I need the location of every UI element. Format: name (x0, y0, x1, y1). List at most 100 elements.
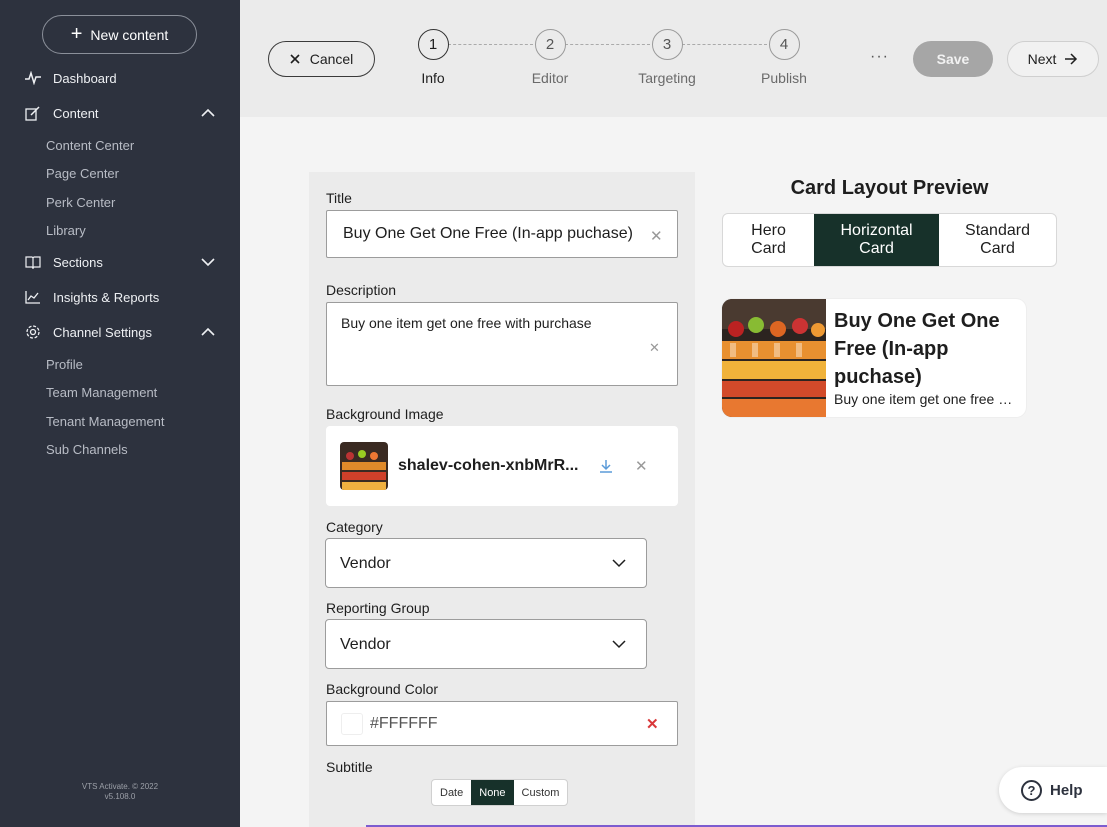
sidebar-subitem-profile[interactable]: Profile (46, 357, 83, 372)
tab-line: Card (751, 240, 786, 257)
sidebar-subitem-tenant-management[interactable]: Tenant Management (46, 414, 165, 429)
save-button[interactable]: Save (913, 41, 993, 77)
step-label: Targeting (638, 70, 696, 86)
step-label: Editor (531, 70, 569, 86)
sidebar-subitem-perk-center[interactable]: Perk Center (46, 195, 115, 210)
book-icon (24, 254, 41, 271)
step-info[interactable]: 1 Info (393, 29, 473, 86)
preview-title: Card Layout Preview (790, 177, 989, 199)
chevron-down-icon (612, 559, 626, 568)
next-button[interactable]: Next (1007, 41, 1099, 77)
help-icon: ? (1021, 779, 1042, 801)
sidebar-subitem-team-management[interactable]: Team Management (46, 385, 157, 400)
sidebar-item-label: Content (53, 105, 99, 121)
category-value: Vendor (340, 555, 391, 572)
sidebar-item-insights[interactable]: Insights & Reports (24, 285, 216, 309)
subtitle-option-date[interactable]: Date (432, 780, 471, 805)
plus-icon: + (70, 22, 83, 45)
description-label: Description (326, 282, 397, 298)
horizontal-card-preview: Buy One Get One Free (In-app puchase) Bu… (722, 299, 1026, 417)
pulse-icon (24, 70, 41, 87)
new-content-label: New content (90, 26, 169, 43)
card-description: Buy one item get one free with purchase (834, 391, 1020, 407)
tab-line: Horizontal (840, 222, 913, 239)
card-title: Buy One Get One Free (In-app puchase) (834, 310, 1000, 388)
card-layout-tabs: Hero Card Horizontal Card Standard Card (722, 213, 1057, 267)
sidebar-item-label: Dashboard (53, 70, 117, 86)
step-publish[interactable]: 4 Publish (744, 29, 824, 86)
color-swatch[interactable] (341, 713, 363, 735)
arrow-right-icon (1065, 53, 1078, 65)
reporting-group-select[interactable]: Vendor (325, 619, 647, 669)
step-number: 2 (534, 29, 566, 60)
title-value: Buy One Get One Free (In-app puchase) (343, 225, 633, 242)
background-color-label: Background Color (326, 681, 439, 697)
sidebar-item-content[interactable]: Content (24, 101, 216, 125)
description-field[interactable]: Buy one item get one free with purchase … (326, 302, 678, 386)
next-label: Next (1027, 51, 1057, 67)
subtitle-toggle: Date None Custom (431, 779, 569, 806)
chevron-up-icon[interactable] (200, 324, 216, 340)
gear-icon (24, 324, 41, 341)
clear-color-icon[interactable]: ✕ (646, 715, 659, 733)
sidebar-item-label: Insights & Reports (53, 289, 160, 305)
help-button[interactable]: ? Help (999, 767, 1107, 813)
background-color-field[interactable]: #FFFFFF ✕ (326, 701, 678, 746)
download-icon[interactable] (599, 459, 613, 473)
content-info-form: Title Buy One Get One Free (In-app pucha… (309, 172, 695, 827)
clear-description-icon[interactable]: ✕ (649, 340, 660, 356)
sidebar-subitem-content-center[interactable]: Content Center (46, 138, 134, 153)
tab-horizontal-card[interactable]: Horizontal Card (814, 214, 939, 266)
step-targeting[interactable]: 3 Targeting (627, 29, 707, 86)
sidebar-item-label: Channel Settings (53, 324, 153, 340)
chevron-up-icon[interactable] (200, 105, 216, 121)
card-image (722, 299, 826, 417)
background-image-label: Background Image (326, 406, 444, 422)
subtitle-option-custom[interactable]: Custom (514, 780, 568, 805)
tab-hero-card[interactable]: Hero Card (723, 214, 814, 266)
image-filename: shalev-cohen-xnbMrR... (398, 457, 579, 474)
wizard-header: Cancel 1 Info 2 Editor 3 Targeting 4 Pub… (240, 0, 1107, 117)
title-field[interactable]: Buy One Get One Free (In-app puchase) ✕ (326, 210, 678, 258)
tab-line: Hero (751, 222, 786, 239)
subtitle-label: Subtitle (326, 759, 373, 775)
clear-title-icon[interactable]: ✕ (650, 227, 663, 245)
background-image-upload: shalev-cohen-xnbMrR... ✕ (326, 426, 678, 506)
title-label: Title (326, 190, 352, 206)
step-number: 3 (651, 29, 683, 60)
sidebar-subitem-page-center[interactable]: Page Center (46, 166, 119, 181)
tab-standard-card[interactable]: Standard Card (939, 214, 1056, 266)
background-color-value: #FFFFFF (370, 715, 438, 732)
reporting-group-value: Vendor (340, 636, 391, 653)
more-options-icon[interactable]: ··· (870, 48, 889, 66)
category-select[interactable]: Vendor (325, 538, 647, 588)
subtitle-option-none[interactable]: None (471, 780, 514, 805)
sidebar-subitem-sub-channels[interactable]: Sub Channels (46, 442, 128, 457)
sidebar: + New content Dashboard Content Content … (0, 0, 240, 827)
sidebar-item-dashboard[interactable]: Dashboard (24, 66, 216, 90)
chart-icon (24, 289, 41, 306)
step-number: 1 (417, 29, 449, 60)
sidebar-item-label: Sections (53, 254, 103, 270)
step-editor[interactable]: 2 Editor (510, 29, 590, 86)
step-label: Publish (761, 70, 807, 86)
sidebar-subitem-library[interactable]: Library (46, 223, 86, 238)
remove-image-icon[interactable]: ✕ (635, 457, 648, 475)
cancel-label: Cancel (309, 51, 354, 67)
category-label: Category (326, 519, 383, 535)
help-label: Help (1050, 781, 1083, 799)
tab-line: Card (980, 240, 1015, 257)
app-footer: VTS Activate. © 2022 v5.108.0 (0, 782, 240, 802)
sidebar-item-sections[interactable]: Sections (24, 250, 216, 274)
edit-icon (24, 105, 41, 122)
chevron-down-icon[interactable] (200, 254, 216, 270)
step-label: Info (421, 70, 445, 86)
new-content-button[interactable]: + New content (42, 15, 197, 54)
footer-version: v5.108.0 (104, 792, 136, 801)
image-thumbnail (340, 442, 388, 490)
close-icon (290, 54, 300, 64)
sidebar-item-channel-settings[interactable]: Channel Settings (24, 320, 216, 344)
cancel-button[interactable]: Cancel (268, 41, 375, 77)
reporting-group-label: Reporting Group (326, 600, 430, 616)
description-value: Buy one item get one free with purchase (341, 315, 592, 331)
